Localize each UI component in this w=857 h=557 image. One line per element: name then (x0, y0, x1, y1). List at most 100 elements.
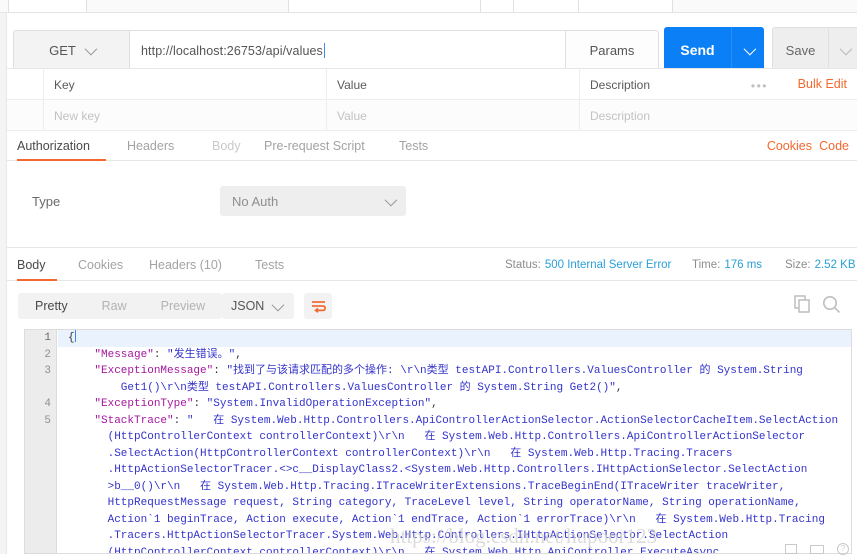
editor-code-line: "ExceptionMessage": "找到了与该请求匹配的多个操作: \r\… (58, 363, 851, 380)
view-mode-preview[interactable]: Preview (144, 293, 222, 319)
chrome-divider-3 (288, 0, 289, 13)
column-header-value: Value (327, 69, 580, 100)
send-button[interactable]: Send (664, 27, 731, 73)
editor-gutter: 1▾2 3 4 5 (25, 330, 65, 553)
status-label: Status: (505, 258, 541, 271)
http-method-label: GET (49, 43, 76, 58)
save-button[interactable]: Save (772, 27, 828, 73)
wrap-lines-icon (311, 300, 326, 313)
key-input[interactable]: New key (44, 100, 327, 131)
code-token: : (193, 398, 207, 410)
cookies-link[interactable]: Cookies (767, 131, 812, 161)
tab-authorization-label: Authorization (17, 139, 90, 153)
description-input[interactable]: Description (580, 100, 857, 131)
wrap-lines-button[interactable] (304, 293, 332, 319)
editor-line-number: 2 (44, 348, 51, 361)
editor-code-line: (HttpControllerContext controllerContext… (58, 429, 851, 446)
tab-body[interactable]: Body (212, 131, 241, 161)
status-bar-icons: ? (785, 541, 849, 557)
request-tabs: Authorization Headers Body Pre-request S… (7, 131, 857, 162)
table-options-icon[interactable]: ••• (751, 79, 768, 93)
editor-code-line: "StackTrace": " 在 System.Web.Http.Contro… (58, 413, 851, 430)
code-token: : (213, 365, 227, 377)
row-checkbox[interactable] (7, 100, 44, 131)
size-label: Size: (785, 258, 811, 271)
editor-code-line: >b__0()\r\n 在 System.Web.Http.Tracing.IT… (58, 479, 851, 496)
tab-authorization[interactable]: Authorization (17, 131, 106, 162)
copy-button[interactable] (794, 295, 812, 314)
editor-line-number: 1▾ (25, 330, 65, 347)
code-token: : (173, 414, 187, 427)
editor-line-number (25, 446, 56, 463)
response-format-select[interactable]: JSON (222, 293, 294, 319)
panel-icon[interactable] (785, 544, 797, 554)
status-value: 500 Internal Server Error (544, 258, 672, 271)
response-body-editor[interactable]: 1▾2 3 4 5 { "Message": "发生错误。", "ExceptionM… (24, 329, 852, 554)
time-value: 176 ms (724, 258, 763, 271)
chevron-down-icon (271, 298, 285, 311)
auth-type-select[interactable]: No Auth (220, 186, 406, 216)
editor-code-line: HttpRequestMessage request, String categ… (58, 495, 851, 512)
view-mode-raw[interactable]: Raw (85, 293, 144, 319)
search-button[interactable] (822, 295, 841, 314)
text-caret (74, 330, 76, 342)
tab-headers[interactable]: Headers (127, 131, 174, 161)
code-token: HttpRequestMessage request, String categ… (68, 497, 801, 509)
view-mode-pretty[interactable]: Pretty (18, 293, 85, 319)
editor-line-number (25, 495, 56, 512)
response-tab-body[interactable]: Body (17, 248, 57, 282)
params-button[interactable]: Params (566, 30, 659, 71)
tab-tests-label: Tests (399, 139, 429, 153)
keyboard-icon[interactable] (810, 544, 824, 554)
editor-line-number (25, 528, 56, 545)
url-input[interactable]: http://localhost:26753/api/values (129, 30, 566, 71)
code-token: .SelectAction(HttpControllerContext cont… (68, 447, 733, 460)
chrome-divider-4 (480, 0, 481, 13)
response-tab-tests-label: Tests (255, 257, 285, 272)
response-tab-headers[interactable]: Headers (10) (149, 248, 222, 281)
editor-line-number (25, 479, 56, 496)
code-token: Get1()\r\n类型 testAPI.Controllers.ValuesC… (68, 381, 616, 394)
code-token: (HttpControllerContext controllerContext… (68, 546, 720, 554)
tab-pre-request-script[interactable]: Pre-request Script (264, 131, 365, 161)
save-button-label: Save (785, 42, 816, 58)
cookies-link-label: Cookies (766, 139, 812, 153)
tab-tests[interactable]: Tests (399, 131, 428, 161)
code-link-label: Code (819, 139, 849, 153)
text-caret (323, 43, 325, 58)
code-token: "Message" (94, 348, 154, 361)
code-token: : (153, 348, 168, 361)
editor-line-number (25, 380, 56, 397)
response-tab-cookies-label: Cookies (78, 257, 124, 272)
chrome-divider-6 (578, 0, 579, 13)
chevron-down-icon (384, 193, 398, 206)
chrome-divider-7 (672, 0, 673, 13)
time-badge: Time: 176 ms (692, 248, 762, 281)
editor-code-line: Get1()\r\n类型 testAPI.Controllers.ValuesC… (58, 380, 851, 397)
tab-headers-label: Headers (127, 139, 175, 153)
response-body-toolbar: Pretty Raw Preview JSON (7, 281, 857, 329)
view-mode-raw-label: Raw (101, 299, 127, 313)
chevron-down-icon (839, 42, 852, 55)
response-tab-tests[interactable]: Tests (255, 248, 284, 281)
response-tabs-bar: Body Cookies Headers (10) Tests Status: … (7, 248, 857, 282)
params-table-row: New key Value Description (7, 100, 857, 131)
response-tab-cookies[interactable]: Cookies (78, 248, 123, 281)
help-icon[interactable]: ? (837, 543, 849, 555)
value-input[interactable]: Value (327, 100, 580, 131)
params-button-label: Params (589, 43, 635, 58)
view-mode-pretty-label: Pretty (35, 299, 68, 313)
bulk-edit-link[interactable]: Bulk Edit (798, 77, 847, 91)
response-format-value: JSON (231, 299, 265, 313)
editor-code-area[interactable]: { "Message": "发生错误。", "ExceptionMessage"… (58, 330, 851, 554)
save-options-button[interactable] (828, 27, 857, 73)
http-method-selector[interactable]: GET (13, 30, 129, 71)
send-options-button[interactable] (731, 27, 764, 73)
left-rail (0, 13, 7, 557)
code-token: , (431, 398, 438, 410)
code-link[interactable]: Code (819, 131, 849, 161)
size-value: 2.52 KB (814, 258, 856, 271)
